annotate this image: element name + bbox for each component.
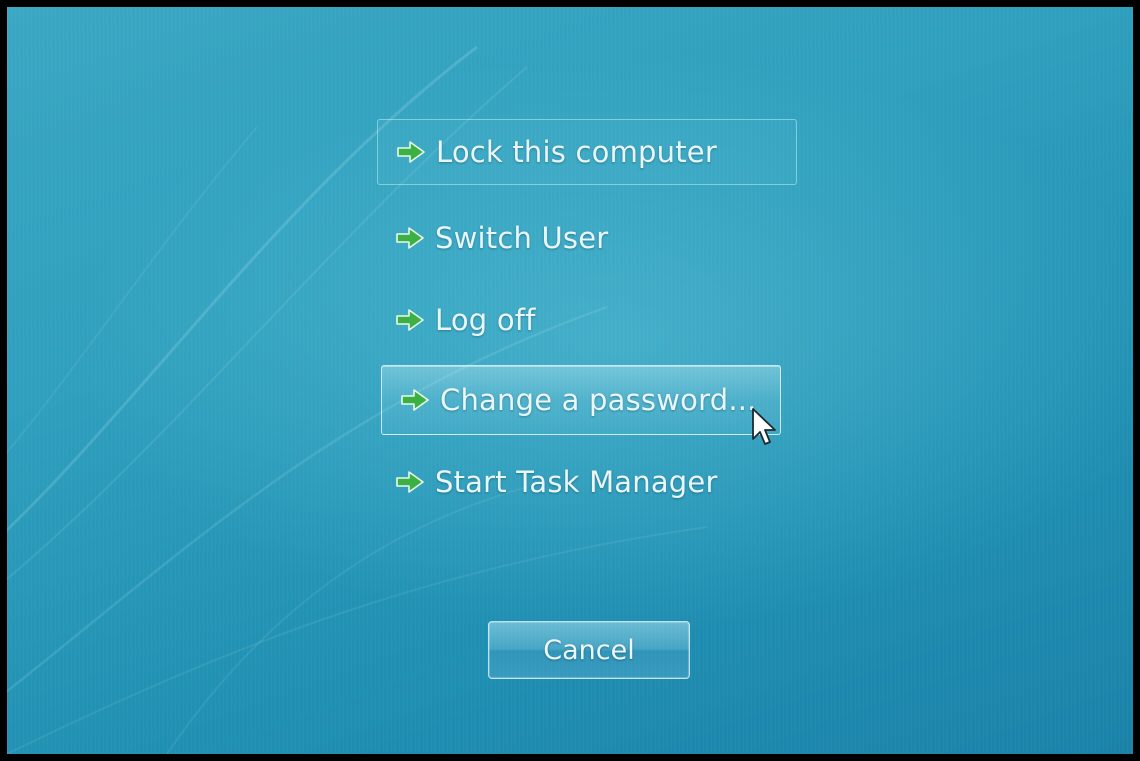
- green-arrow-icon: [396, 227, 424, 249]
- log-off-label: Log off: [435, 303, 536, 337]
- change-password-option[interactable]: Change a password...: [381, 365, 781, 435]
- green-arrow-icon: [396, 471, 424, 493]
- cancel-button-label: Cancel: [543, 634, 635, 666]
- change-password-label: Change a password...: [440, 383, 757, 417]
- green-arrow-icon: [401, 389, 429, 411]
- switch-user-option[interactable]: Switch User: [377, 205, 797, 271]
- start-task-manager-label: Start Task Manager: [435, 465, 718, 499]
- cancel-button[interactable]: Cancel: [488, 621, 690, 679]
- lock-computer-label: Lock this computer: [436, 135, 717, 169]
- start-task-manager-option[interactable]: Start Task Manager: [377, 449, 797, 515]
- green-arrow-icon: [397, 141, 425, 163]
- switch-user-label: Switch User: [435, 221, 609, 255]
- green-arrow-icon: [396, 309, 424, 331]
- log-off-option[interactable]: Log off: [377, 287, 797, 353]
- security-options-screen: Lock this computer Switch User Log off C…: [7, 7, 1133, 754]
- lock-computer-option[interactable]: Lock this computer: [377, 119, 797, 185]
